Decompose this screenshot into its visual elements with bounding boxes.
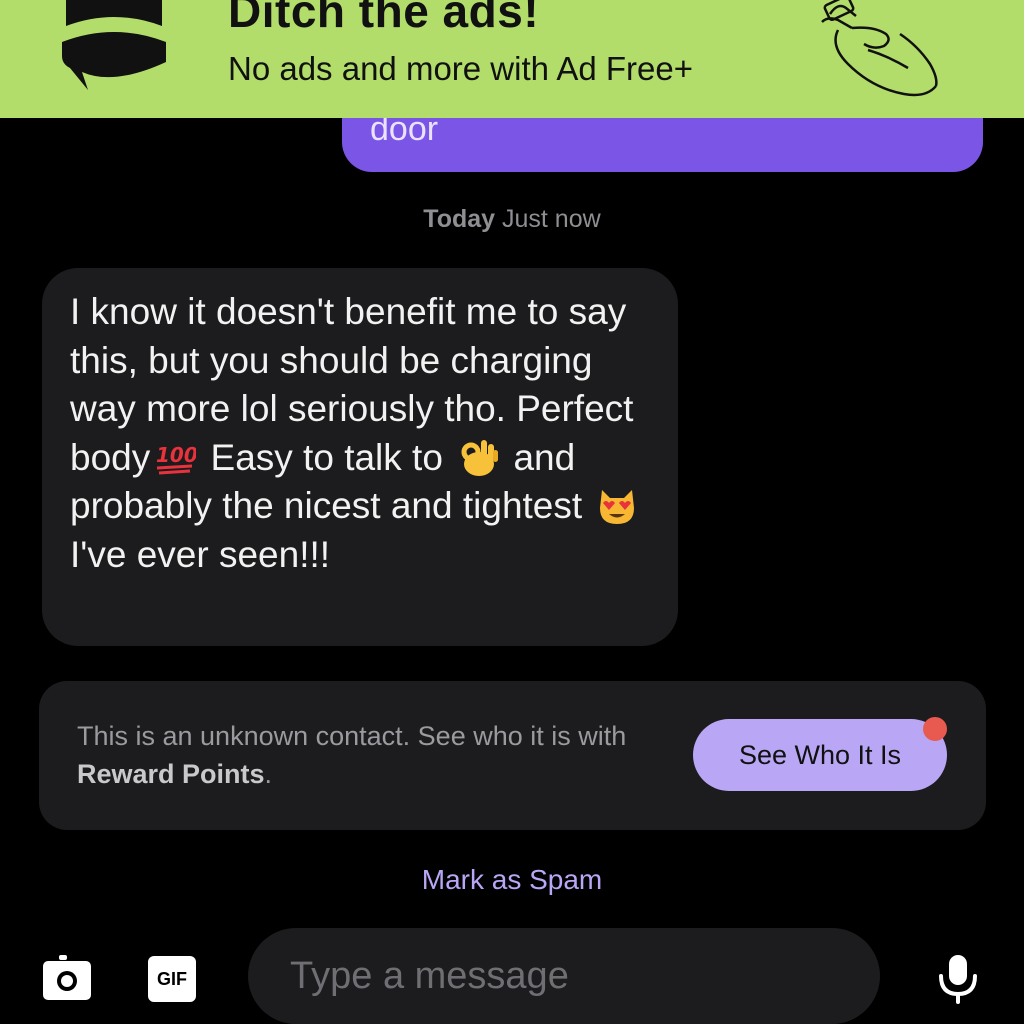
- message-input-container[interactable]: [248, 928, 880, 1024]
- notification-dot: [923, 717, 947, 741]
- unknown-contact-suffix: .: [264, 759, 273, 789]
- message-text-part: I've ever seen!!!: [70, 533, 331, 575]
- hundred-points-emoji: 100: [156, 443, 196, 474]
- ad-title: Ditch the ads!: [228, 0, 540, 37]
- received-message-bubble[interactable]: I know it doesn't benefit me to say this…: [42, 268, 678, 646]
- conversation-screen: Ditch the ads! No ads and more with Ad F…: [0, 0, 1024, 1024]
- timestamp-day: Today: [423, 205, 496, 233]
- message-timestamp: Today Just now: [0, 205, 1024, 234]
- message-text-part: Easy to talk to: [210, 436, 443, 478]
- ok-hand-emoji: [461, 439, 499, 476]
- gif-button[interactable]: GIF: [148, 956, 196, 1002]
- unknown-contact-card: This is an unknown contact. See who it i…: [39, 681, 986, 830]
- camera-icon[interactable]: [42, 952, 92, 1002]
- hand-holding-ad-icon: [821, 0, 938, 97]
- ad-subtitle: No ads and more with Ad Free+: [228, 50, 693, 87]
- microphone-icon[interactable]: [936, 954, 980, 1004]
- unknown-contact-text: This is an unknown contact. See who it i…: [77, 717, 657, 793]
- speech-bubble-logo-icon: [62, 0, 166, 90]
- timestamp-time: Just now: [502, 205, 601, 233]
- svg-text:100: 100: [156, 443, 196, 467]
- reward-points-label: Reward Points: [77, 759, 265, 789]
- mark-as-spam-link[interactable]: Mark as Spam: [0, 864, 1024, 896]
- received-message-text: I know it doesn't benefit me to say this…: [70, 288, 660, 579]
- ad-banner[interactable]: Ditch the ads! No ads and more with Ad F…: [0, 0, 1024, 118]
- unknown-contact-prefix: This is an unknown contact. See who it i…: [77, 721, 627, 751]
- message-input[interactable]: [288, 946, 852, 1006]
- heart-eyes-cat-emoji: [600, 490, 635, 524]
- see-who-it-is-button[interactable]: See Who It Is: [693, 719, 947, 791]
